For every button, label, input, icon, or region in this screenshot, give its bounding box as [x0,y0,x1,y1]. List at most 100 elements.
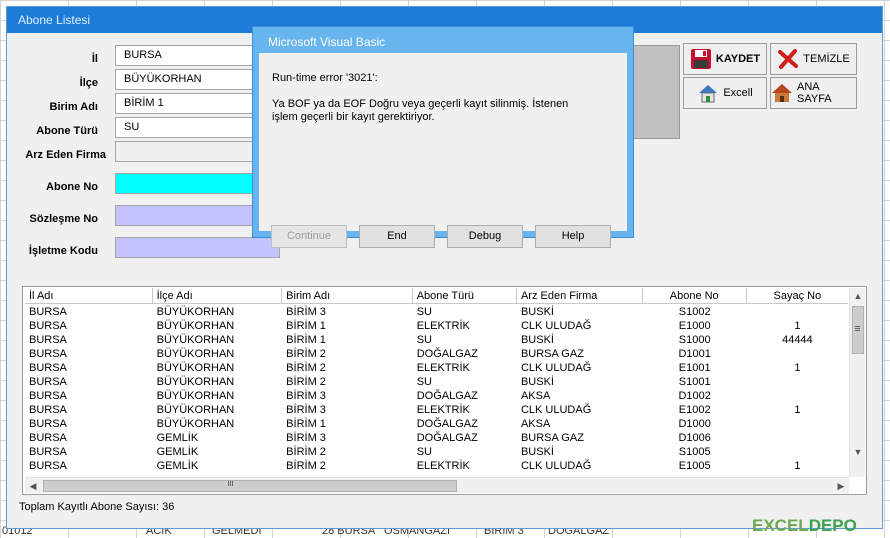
column-header[interactable]: Abone No [643,288,747,304]
arz-eden-firma-field[interactable] [115,141,257,162]
abone-turu-combobox[interactable]: SU [115,117,257,138]
column-header[interactable]: Birim Adı [282,288,413,304]
list-body[interactable]: BURSA BÜYÜKORHAN BİRİM 3 SU BUSKİ S1002 BURSA B… [25,305,848,477]
table-cell: BÜYÜKORHAN [156,418,235,430]
table-row[interactable]: BURSA BÜYÜKORHAN BİRİM 1 SU BUSKİ S1000 44444 [25,333,848,347]
table-cell: BURSA [29,404,67,416]
ilce-label: İlçe [79,77,98,89]
ana-sayfa-button[interactable]: ANA SAYFA [770,77,857,109]
table-cell: CLK ULUDAĞ [520,404,592,416]
debug-button[interactable]: Debug [447,225,523,248]
scroll-right-arrow-icon[interactable]: ▶ [833,478,849,494]
table-cell: BURSA [29,460,67,472]
il-label: İl [91,53,98,65]
table-cell: CLK ULUDAĞ [520,460,592,472]
table-cell: ELEKTRİK [416,404,470,416]
isletme-kodu-field[interactable] [115,237,280,258]
table-cell: BURSA [29,390,67,402]
table-cell: ELEKTRİK [416,320,470,332]
error-message-text: Ya BOF ya da EOF Doğru veya geçerli kayı… [272,98,569,123]
sozlesme-no-label: Sözleşme No [29,213,98,225]
table-row[interactable]: BURSA BÜYÜKORHAN BİRİM 2 DOĞALGAZ BURSA GAZ D… [25,347,848,361]
column-header[interactable]: Sayaç No [747,288,848,304]
floppy-save-icon [690,48,712,70]
column-header[interactable]: İl Adı [25,288,153,304]
table-cell: 1 [794,362,801,374]
table-cell: DOĞALGAZ [416,432,478,444]
grip-icon [855,326,860,327]
table-cell: BURSA [29,376,67,388]
table-cell: DOĞALGAZ [416,348,478,360]
dialog-title[interactable]: Microsoft Visual Basic [268,35,385,49]
table-row[interactable]: BURSA BÜYÜKORHAN BİRİM 3 ELEKTRİK CLK ULUDAĞ… [25,403,848,417]
table-row[interactable]: BURSA GEMLİK BİRİM 3 DOĞALGAZ BURSA GAZ D1006 [25,431,848,445]
table-cell: BÜYÜKORHAN [156,306,235,318]
scroll-up-arrow-icon[interactable]: ▲ [850,288,866,304]
kaydet-label: KAYDET [715,53,761,65]
table-cell: 44444 [782,334,813,346]
table-cell: BÜYÜKORHAN [156,348,235,360]
horizontal-scrollbar[interactable]: ◀ ▶ [25,477,849,493]
abone-no-label: Abone No [46,181,98,193]
scroll-left-arrow-icon[interactable]: ◀ [25,478,41,494]
table-row[interactable]: BURSA GEMLİK BİRİM 2 ELEKTRİK CLK ULUDAĞ E100… [25,459,848,473]
table-cell: E1002 [678,404,711,416]
table-cell: SU [416,306,432,318]
grip-icon [228,481,229,486]
table-row[interactable]: BURSA BÜYÜKORHAN BİRİM 1 DOĞALGAZ AKSA D1000 [25,417,848,431]
abone-no-field[interactable] [115,173,257,194]
table-cell: BUSKİ [520,376,554,388]
table-row[interactable]: BURSA BÜYÜKORHAN BİRİM 1 ELEKTRİK CLK ULUDAĞ… [25,319,848,333]
table-cell: BİRİM 3 [286,404,326,416]
table-cell: S1001 [678,376,711,388]
continue-button[interactable]: Continue [271,225,347,248]
abone-listview[interactable]: İl Adı İlçe Adı Birim Adı Abone Türü Arz… [22,286,867,495]
table-row[interactable]: BURSA BÜYÜKORHAN BİRİM 3 SU BUSKİ S1002 [25,305,848,319]
table-row[interactable]: BURSA BÜYÜKORHAN BİRİM 2 SU BUSKİ S1001 [25,375,848,389]
kaydet-button[interactable]: KAYDET [683,43,767,75]
table-cell: BÜYÜKORHAN [156,390,235,402]
total-count-label: Toplam Kayıtlı Abone Sayısı: 36 [19,501,175,513]
table-cell: BİRİM 3 [286,390,326,402]
end-button[interactable]: End [359,225,435,248]
table-cell: DOĞALGAZ [416,418,478,430]
table-cell: SU [416,334,432,346]
excell-button[interactable]: Excell [683,77,767,109]
vertical-scrollbar[interactable]: ▲ ▼ [849,288,865,477]
table-cell: ELEKTRİK [416,362,470,374]
horizontal-scroll-thumb[interactable] [43,480,457,492]
table-cell: AKSA [520,390,551,402]
form-title: Abone Listesi [18,13,91,27]
ana-sayfa-label: ANA SAYFA [797,81,832,105]
table-cell: GEMLİK [156,460,199,472]
table-row[interactable]: BURSA BÜYÜKORHAN BİRİM 3 DOĞALGAZ AKSA D1002 [25,389,848,403]
column-header[interactable]: İlçe Adı [153,288,283,304]
table-cell: S1005 [678,446,711,458]
ilce-combobox[interactable]: BÜYÜKORHAN [115,69,257,90]
table-cell: BUSKİ [520,306,554,318]
column-header[interactable]: Arz Eden Firma [517,288,643,304]
table-cell: BİRİM 2 [286,376,326,388]
table-cell: BÜYÜKORHAN [156,362,235,374]
help-button[interactable]: Help [535,225,611,248]
table-cell [747,431,848,445]
table-row[interactable]: BURSA GEMLİK BİRİM 2 SU BUSKİ S1005 [25,445,848,459]
table-cell: BÜYÜKORHAN [156,320,235,332]
birim-combobox[interactable]: BİRİM 1 [115,93,257,114]
table-cell [747,445,848,459]
temizle-button[interactable]: TEMİZLE [770,43,857,75]
table-cell: 1 [794,460,801,472]
house-export-icon [697,82,719,104]
table-cell: 1 [794,320,801,332]
table-cell: D1002 [678,390,711,402]
vertical-scroll-thumb[interactable] [852,306,864,354]
table-cell [747,347,848,361]
arz-eden-firma-label: Arz Eden Firma [25,149,106,161]
il-combobox[interactable]: BURSA [115,45,257,66]
table-cell: BİRİM 2 [286,446,326,458]
table-cell: ELEKTRİK [416,460,470,472]
table-row[interactable]: BURSA BÜYÜKORHAN BİRİM 2 ELEKTRİK CLK ULUDAĞ… [25,361,848,375]
table-cell: BUSKİ [520,446,554,458]
scroll-down-arrow-icon[interactable]: ▼ [850,444,866,460]
column-header[interactable]: Abone Türü [413,288,517,304]
